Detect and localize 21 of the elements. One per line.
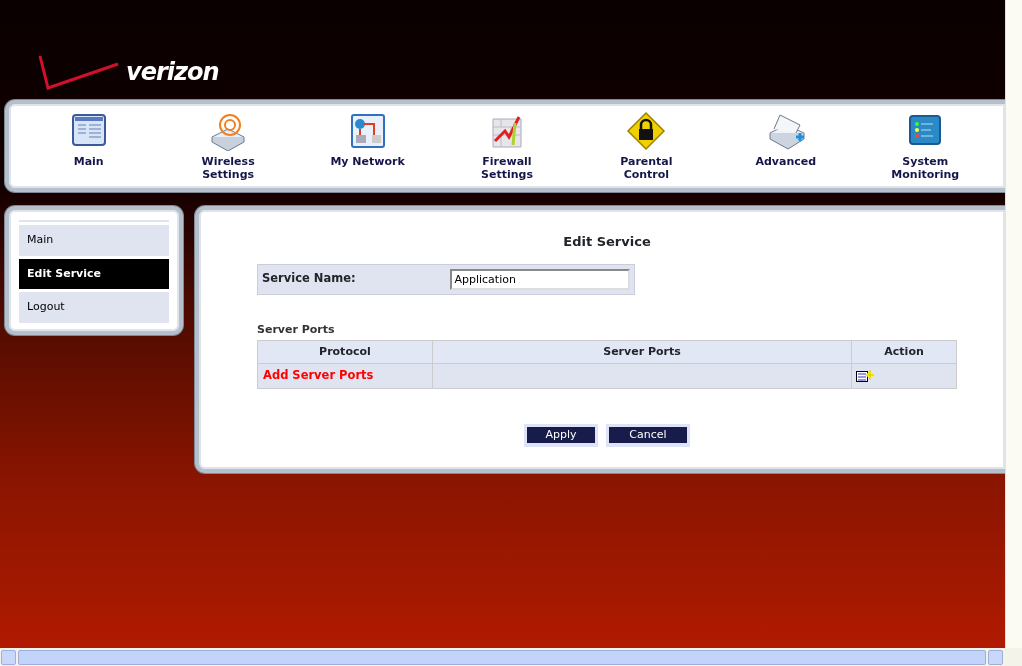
nav-item[interactable]: Parental Control xyxy=(596,111,697,181)
sidebar-item[interactable]: Edit Service xyxy=(19,258,169,289)
cancel-button[interactable]: Cancel xyxy=(609,427,687,443)
nav-item[interactable]: Firewall Settings xyxy=(456,111,557,181)
column-header: Protocol xyxy=(257,340,433,364)
padlock-icon xyxy=(626,111,667,151)
nav-item[interactable]: Wireless Settings xyxy=(178,111,279,181)
column-header: Server Ports xyxy=(432,340,852,364)
nav-item[interactable]: Advanced xyxy=(735,111,836,181)
add-entry-icon[interactable] xyxy=(856,369,875,383)
section-title: Server Ports xyxy=(257,321,336,338)
nav-item[interactable]: My Network xyxy=(317,111,418,181)
sidebar-item[interactable]: Main xyxy=(19,225,169,256)
nav-item[interactable]: Main xyxy=(38,111,139,181)
apply-button[interactable]: Apply xyxy=(527,427,595,443)
page-title: Edit Service xyxy=(562,233,652,251)
field-label: Service Name: xyxy=(262,270,357,288)
nav-item[interactable]: System Monitoring xyxy=(875,111,976,181)
column-header: Action xyxy=(851,340,957,364)
sidebar-item[interactable]: Logout xyxy=(19,292,169,323)
service-name-field[interactable]: Application xyxy=(450,268,630,290)
